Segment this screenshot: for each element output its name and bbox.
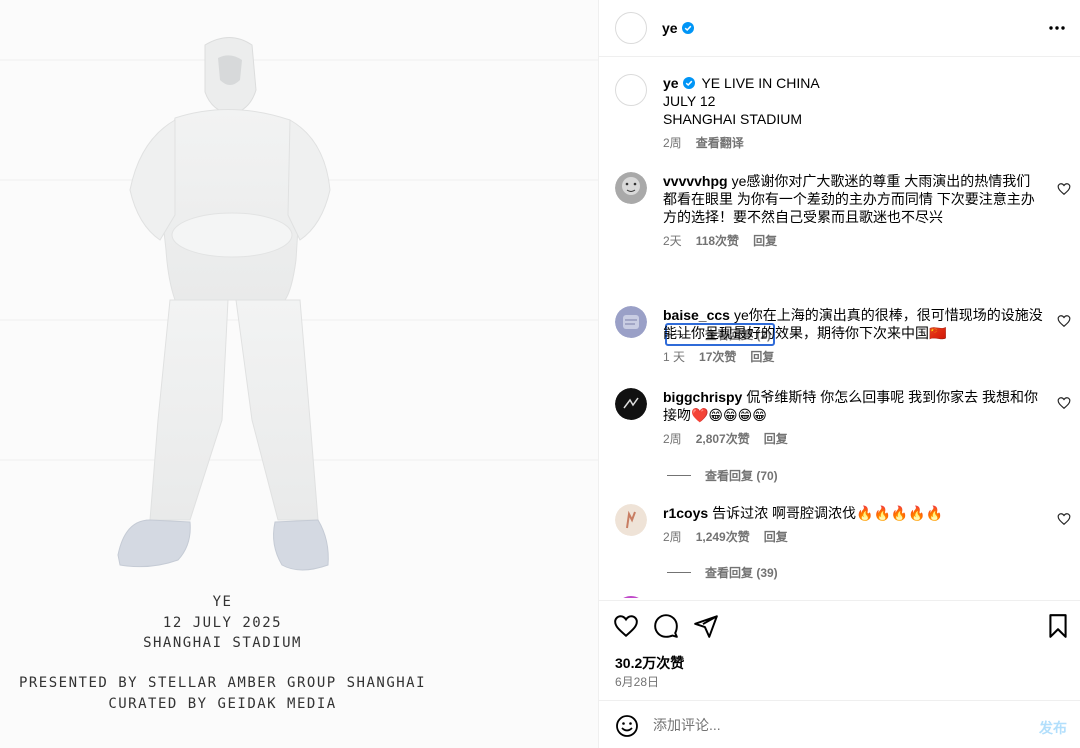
reply-button[interactable]: 回复 [764, 530, 788, 544]
comment-age: 2周 [663, 530, 682, 544]
comment-meta: 2周 2,807次赞 回复 [663, 430, 1043, 448]
share-send-icon[interactable] [693, 613, 719, 639]
verified-badge-icon [681, 22, 694, 34]
comment-username[interactable]: r1coys [663, 505, 708, 521]
comment-age: 1 天 [663, 350, 686, 364]
likes-count[interactable]: 30.2万次赞 [615, 653, 684, 673]
comment-age: 2天 [663, 234, 682, 248]
poster-credits-block: PRESENTED BY STELLAR AMBER GROUP SHANGHA… [0, 673, 445, 714]
comment-meta: 1 天 17次赞 回复 [663, 348, 1043, 366]
poster-presenter: PRESENTED BY STELLAR AMBER GROUP SHANGHA… [18, 675, 427, 691]
caption: ye YE LIVE IN CHINA JULY 12 SHANGHAI STA… [663, 74, 820, 152]
save-bookmark-icon[interactable] [1045, 613, 1071, 639]
more-options-icon[interactable] [1047, 18, 1067, 38]
caption-age: 2周 [663, 136, 682, 150]
comment-username[interactable]: baise_ccs [663, 307, 730, 323]
reply-button[interactable]: 回复 [764, 432, 788, 446]
poster-curator: CURATED BY GEIDAK MEDIA [108, 695, 337, 712]
comment-text: 告诉过浓 啊哥腔调浓伐🔥🔥🔥🔥🔥 [712, 505, 944, 521]
caption-username[interactable]: ye [663, 75, 679, 91]
verified-badge-icon [682, 77, 695, 89]
author-username[interactable]: ye [662, 20, 678, 36]
emoji-icon[interactable] [615, 714, 639, 738]
add-comment-bar: 发布 [599, 700, 1080, 748]
comment-likes[interactable]: 118次赞 [696, 234, 739, 248]
comment-username[interactable]: biggchrispy [663, 389, 742, 405]
comment-bubble-icon[interactable] [653, 613, 679, 639]
post-detail-panel: ye ye YE LIVE IN CHINA JULY 12 SHANGHAI … [598, 0, 1080, 748]
commenter-avatar[interactable] [615, 388, 647, 420]
comment-body: r1coys 告诉过浓 啊哥腔调浓伐🔥🔥🔥🔥🔥 2周 1,249次赞 回复 [663, 504, 1043, 546]
comment-likes[interactable]: 2,807次赞 [696, 432, 750, 446]
like-comment-heart-icon[interactable] [1057, 396, 1071, 410]
post-comment-button[interactable]: 发布 [1039, 718, 1067, 738]
caption-text-2: JULY 12 [663, 93, 716, 109]
poster-venue: SHANGHAI STADIUM [143, 635, 302, 651]
view-replies-button[interactable]: 查看回复 (39) [667, 564, 778, 581]
comment-body: vvvvvhpg ye感谢你对广大歌迷的尊重 大雨演出的热情我们都看在眼里 为你有… [663, 172, 1043, 250]
poster-artist: YE [212, 594, 233, 610]
caption-meta: 2周 查看翻译 [663, 134, 820, 152]
comment-body: biggchrispy 侃爷维斯特 你怎么回事呢 我到你家去 我想和你接吻❤️😁😁… [663, 388, 1043, 448]
comment-likes[interactable]: 1,249次赞 [696, 530, 750, 544]
see-translation-link[interactable]: 查看翻译 [696, 136, 744, 150]
comment-username[interactable]: vvvvvhpg [663, 173, 728, 189]
post-actions: 30.2万次赞 6月28日 [599, 600, 1080, 700]
author-avatar[interactable] [615, 12, 647, 44]
author-name-row: ye [662, 20, 694, 38]
view-replies-label: 查看回复 (70) [705, 469, 778, 483]
poster-date: 12 JULY 2025 [162, 614, 283, 631]
comment-age: 2周 [663, 432, 682, 446]
view-replies-label: 查看回复 (39) [705, 566, 778, 580]
like-comment-heart-icon[interactable] [1057, 182, 1071, 196]
comment-likes[interactable]: 17次赞 [699, 350, 736, 364]
comment-meta: 2天 118次赞 回复 [663, 232, 1043, 250]
view-replies-button[interactable]: 查看回复 (70) [667, 467, 778, 484]
commenter-avatar[interactable] [615, 504, 647, 536]
commenter-avatar[interactable] [615, 596, 647, 598]
like-comment-heart-icon[interactable] [1057, 314, 1071, 328]
caption-line-1: ye YE LIVE IN CHINA [663, 74, 820, 92]
like-comment-heart-icon[interactable] [1057, 512, 1071, 526]
commenter-avatar[interactable] [615, 306, 647, 338]
comment-input[interactable] [653, 713, 1023, 737]
commenter-avatar[interactable] [615, 172, 647, 204]
reply-button[interactable]: 回复 [753, 234, 777, 248]
post-image[interactable]: YE 12 JULY 2025 SHANGHAI STADIUM PRESENT… [0, 0, 598, 748]
comment-body: baise_ccs ye你在上海的演出真的很棒，很可惜现场的设施没能让你呈现最好的… [663, 306, 1043, 366]
like-heart-icon[interactable] [613, 613, 639, 639]
poster-title-block: YE 12 JULY 2025 SHANGHAI STADIUM [0, 592, 445, 654]
replies-dash [667, 475, 691, 476]
caption-text-1: YE LIVE IN CHINA [701, 75, 820, 91]
caption-text-3: SHANGHAI STADIUM [663, 111, 802, 127]
comment-meta: 2周 1,249次赞 回复 [663, 528, 1043, 546]
post-date: 6月28日 [615, 675, 660, 689]
caption-avatar[interactable] [615, 74, 647, 106]
reply-button[interactable]: 回复 [750, 350, 774, 364]
post-header: ye [599, 0, 1080, 57]
replies-dash [667, 572, 691, 573]
comments-list[interactable]: ye YE LIVE IN CHINA JULY 12 SHANGHAI STA… [599, 58, 1080, 598]
